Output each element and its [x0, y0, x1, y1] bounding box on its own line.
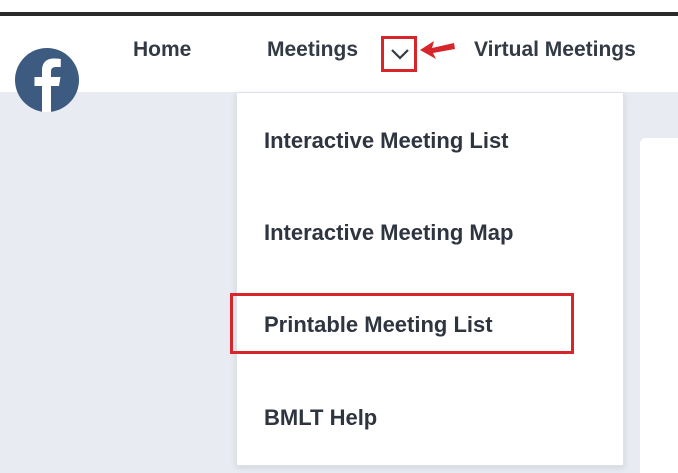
menu-item-interactive-meeting-list[interactable]: Interactive Meeting List — [264, 128, 509, 154]
nav-home[interactable]: Home — [133, 38, 191, 62]
chevron-down-icon — [391, 49, 409, 60]
meetings-dropdown-menu: Interactive Meeting List Interactive Mee… — [236, 92, 624, 466]
content-card — [640, 138, 678, 473]
nav-meetings[interactable]: Meetings — [267, 38, 358, 62]
meetings-dropdown-toggle[interactable] — [381, 36, 417, 72]
page: Home Meetings Virtual Meetings Interacti… — [0, 0, 678, 473]
menu-item-printable-meeting-list[interactable]: Printable Meeting List — [264, 312, 493, 338]
facebook-icon[interactable] — [15, 48, 79, 112]
arrow-left-icon — [420, 41, 455, 59]
menu-item-bmlt-help[interactable]: BMLT Help — [264, 405, 377, 431]
menu-item-interactive-meeting-map[interactable]: Interactive Meeting Map — [264, 220, 513, 246]
nav-virtual-meetings[interactable]: Virtual Meetings — [474, 38, 636, 62]
